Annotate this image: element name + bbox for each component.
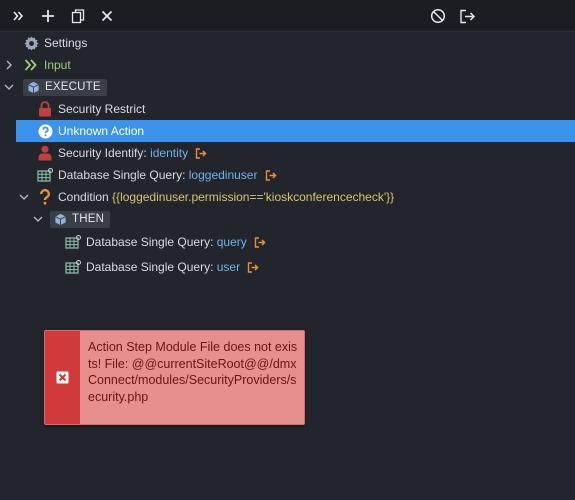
step-name: Condition (58, 190, 109, 204)
output-icon (248, 262, 259, 273)
copy-button[interactable] (67, 6, 89, 26)
condition-expression: {{loggedinuser.permission=='kioskconfere… (112, 190, 395, 204)
question-mark-icon (37, 189, 53, 205)
tree-item-label: Database Single Query: query (86, 235, 266, 249)
cube-icon (55, 213, 66, 225)
output-icon (196, 148, 207, 159)
database-query-icon (65, 234, 81, 250)
export-button[interactable] (456, 6, 478, 26)
tree-item-settings[interactable]: Settings (0, 32, 575, 54)
tree-item-label: Security Restrict (58, 102, 146, 116)
then-label: THEN (72, 213, 105, 225)
expand-chevrons-icon[interactable] (7, 6, 29, 26)
question-circle-icon (37, 123, 53, 139)
error-icon (56, 371, 69, 384)
tree-item-label: Condition {{loggedinuser.permission=='ki… (58, 190, 394, 204)
tree-item-label: Settings (44, 36, 88, 50)
tree-item-label: Input (44, 58, 71, 72)
step-output-name: query (216, 235, 247, 249)
step-output-name: user (216, 260, 241, 274)
tree-item-execute[interactable]: EXECUTE (0, 76, 575, 98)
step-name: Database Single Query: (58, 168, 186, 182)
disable-icon (430, 8, 446, 24)
gear-icon (23, 35, 39, 51)
plus-icon (42, 10, 54, 22)
output-icon (254, 237, 266, 248)
database-query-icon (65, 259, 81, 275)
tree-item-db-query-loggedinuser[interactable]: Database Single Query: loggedinuser (0, 164, 575, 186)
add-button[interactable] (37, 6, 59, 26)
tree-item-security-identify[interactable]: Security Identify: identity (0, 142, 575, 164)
tree-item-label: Unknown Action (58, 124, 145, 138)
chevron-right-icon[interactable] (3, 59, 15, 71)
tree-item-unknown-action[interactable]: Unknown Action (16, 120, 575, 142)
error-notification: Action Step Module File does not exists!… (44, 330, 305, 425)
tree-item-label: Security Identify: identity (58, 146, 207, 160)
tree-item-label: Database Single Query: loggedinuser (58, 168, 277, 182)
delete-button[interactable] (96, 6, 118, 26)
execute-badge: EXECUTE (23, 78, 107, 96)
chevron-down-icon[interactable] (3, 81, 15, 93)
step-name: Security Identify: (58, 146, 147, 160)
export-icon (459, 9, 475, 23)
copy-icon (71, 8, 85, 23)
tree-item-condition[interactable]: Condition {{loggedinuser.permission=='ki… (0, 186, 575, 208)
tree-item-security-restrict[interactable]: Security Restrict (0, 98, 575, 120)
step-output-name: identity (150, 146, 189, 160)
close-icon (101, 10, 113, 22)
step-output-name: loggedinuser (188, 168, 258, 182)
error-icon-panel (45, 331, 80, 424)
then-badge: THEN (50, 210, 111, 228)
input-chevrons-icon (23, 57, 39, 73)
tree-item-input[interactable]: Input (0, 54, 575, 76)
error-message: Action Step Module File does not exists!… (88, 340, 298, 404)
lock-icon (37, 101, 53, 117)
step-name: Database Single Query: (86, 235, 214, 249)
disable-button[interactable] (427, 6, 449, 26)
database-query-icon (37, 167, 53, 183)
user-icon (37, 145, 53, 161)
tree-item-label: Database Single Query: user (86, 260, 259, 274)
chevron-down-icon[interactable] (32, 213, 44, 225)
step-name: Database Single Query: (86, 260, 214, 274)
tree-item-db-query-query[interactable]: Database Single Query: query (0, 231, 575, 253)
tree-item-then[interactable]: THEN (0, 208, 575, 230)
toolbar (0, 0, 575, 32)
output-icon (265, 170, 277, 181)
tree-item-db-query-user[interactable]: Database Single Query: user (0, 256, 575, 278)
chevron-down-icon[interactable] (18, 191, 30, 203)
execute-label: EXECUTE (45, 81, 101, 93)
cube-icon (28, 81, 39, 93)
